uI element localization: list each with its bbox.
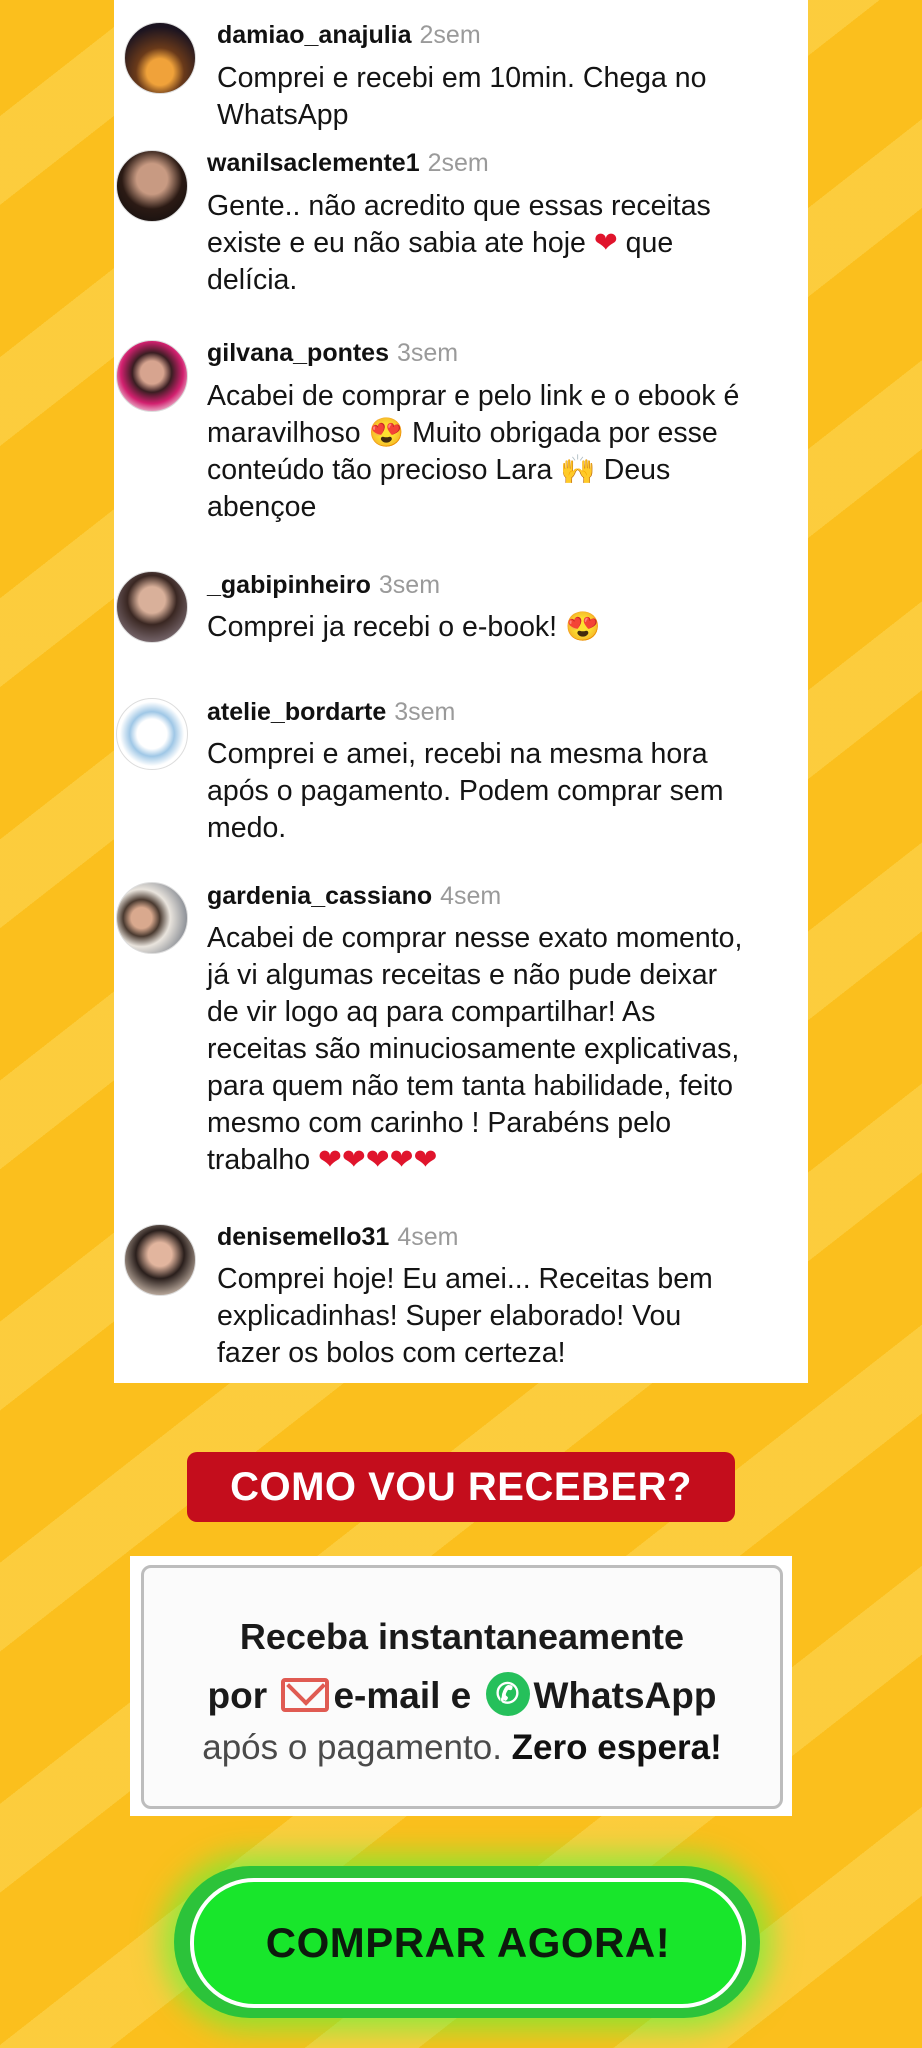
comment-time: 2sem: [419, 21, 481, 49]
comment-username: gilvana_pontes 3sem: [207, 339, 459, 367]
delivery-info-box: Receba instantaneamente por e-mail e Wha…: [141, 1565, 783, 1809]
whatsapp-icon: [485, 1672, 530, 1716]
comment-text: Gente.. não acredito que essas receitas …: [207, 190, 711, 296]
avatar: [124, 1224, 196, 1296]
avatar: [116, 150, 188, 222]
delivery-note: após o pagamento. Zero espera!: [202, 1728, 722, 1767]
comment-username: atelie_bordarte 3sem: [207, 698, 456, 726]
section-title: COMO VOU RECEBER?: [187, 1452, 735, 1522]
avatar: [116, 698, 188, 770]
comments-card: damiao_anajulia 2sem Comprei e recebi em …: [114, 0, 808, 1383]
comment-username: denisemello31 4sem: [217, 1223, 459, 1251]
comment-text: Acabei de comprar nesse exato momento, j…: [207, 922, 743, 1176]
comment-text: Comprei e amei, recebi na mesma hora apó…: [207, 738, 724, 844]
buy-button-glow: COMPRAR AGORA!: [174, 1866, 760, 2018]
comment-time: 2sem: [427, 149, 489, 177]
avatar: [124, 22, 196, 94]
mail-icon: [281, 1678, 330, 1712]
comment-text: Acabei de comprar e pelo link e o ebook …: [207, 380, 740, 523]
comment-username: _gabipinheiro 3sem: [207, 571, 441, 599]
heart-icon: ❤: [341, 1144, 366, 1176]
comment-text: Comprei e recebi em 10min. Chega no What…: [217, 62, 707, 131]
heart-icon: ❤: [593, 227, 618, 259]
comment-time: 3sem: [394, 698, 456, 726]
buy-now-button[interactable]: COMPRAR AGORA!: [190, 1878, 746, 2008]
comment-time: 3sem: [378, 571, 441, 599]
comment-username: damiao_anajulia 2sem: [217, 21, 481, 49]
comment-time: 4sem: [440, 882, 502, 910]
comment-text: Comprei ja recebi o e-book! 😍: [207, 611, 601, 643]
delivery-channels: por e-mail e WhatsApp: [144, 1672, 780, 1717]
avatar: [116, 571, 188, 643]
comment-text: Comprei hoje! Eu amei... Receitas bem ex…: [217, 1263, 713, 1369]
comment-username: gardenia_cassiano 4sem: [207, 882, 502, 910]
comment-time: 4sem: [397, 1223, 459, 1251]
heart-icon: ❤: [413, 1144, 438, 1176]
delivery-headline: Receba instantaneamente: [239, 1616, 685, 1657]
delivery-info-panel: Receba instantaneamente por e-mail e Wha…: [130, 1556, 792, 1816]
avatar: [116, 882, 188, 954]
avatar: [116, 340, 188, 412]
heart-icon: ❤: [317, 1144, 342, 1176]
comment-username: wanilsaclemente1 2sem: [207, 149, 489, 177]
heart-icon: ❤: [365, 1144, 390, 1176]
heart-icon: ❤: [389, 1144, 414, 1176]
comment-time: 3sem: [397, 339, 459, 367]
